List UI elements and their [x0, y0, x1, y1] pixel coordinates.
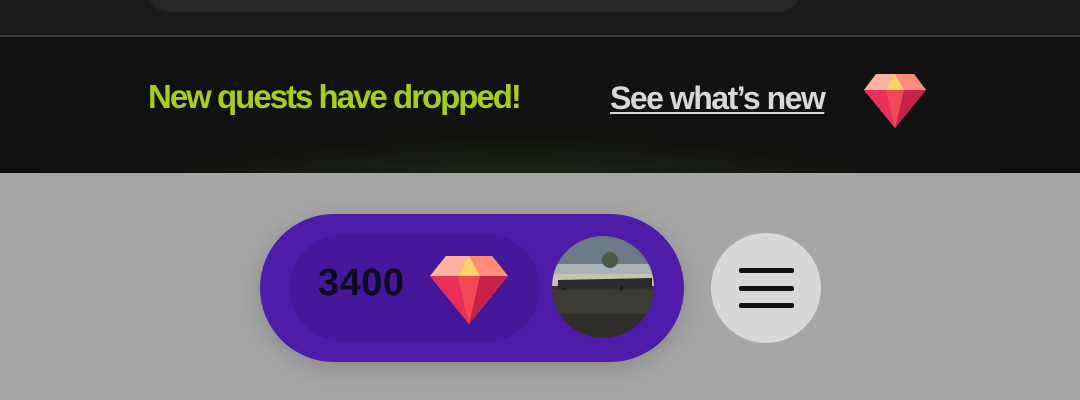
see-whats-new-link[interactable]: See what’s new	[610, 80, 826, 117]
gem-icon	[430, 256, 508, 324]
hamburger-menu-icon	[739, 268, 794, 273]
avatar-image	[552, 236, 654, 338]
user-avatar[interactable]	[552, 236, 654, 338]
hamburger-menu-button[interactable]	[711, 233, 821, 343]
gem-icon	[864, 74, 926, 128]
top-bar	[0, 0, 1080, 36]
banner-message: New quests have dropped!	[148, 78, 522, 115]
points-value: 3400	[318, 262, 405, 304]
hamburger-menu-icon	[739, 286, 794, 291]
hamburger-menu-icon	[739, 303, 794, 308]
search-bar-edge[interactable]	[148, 0, 800, 12]
